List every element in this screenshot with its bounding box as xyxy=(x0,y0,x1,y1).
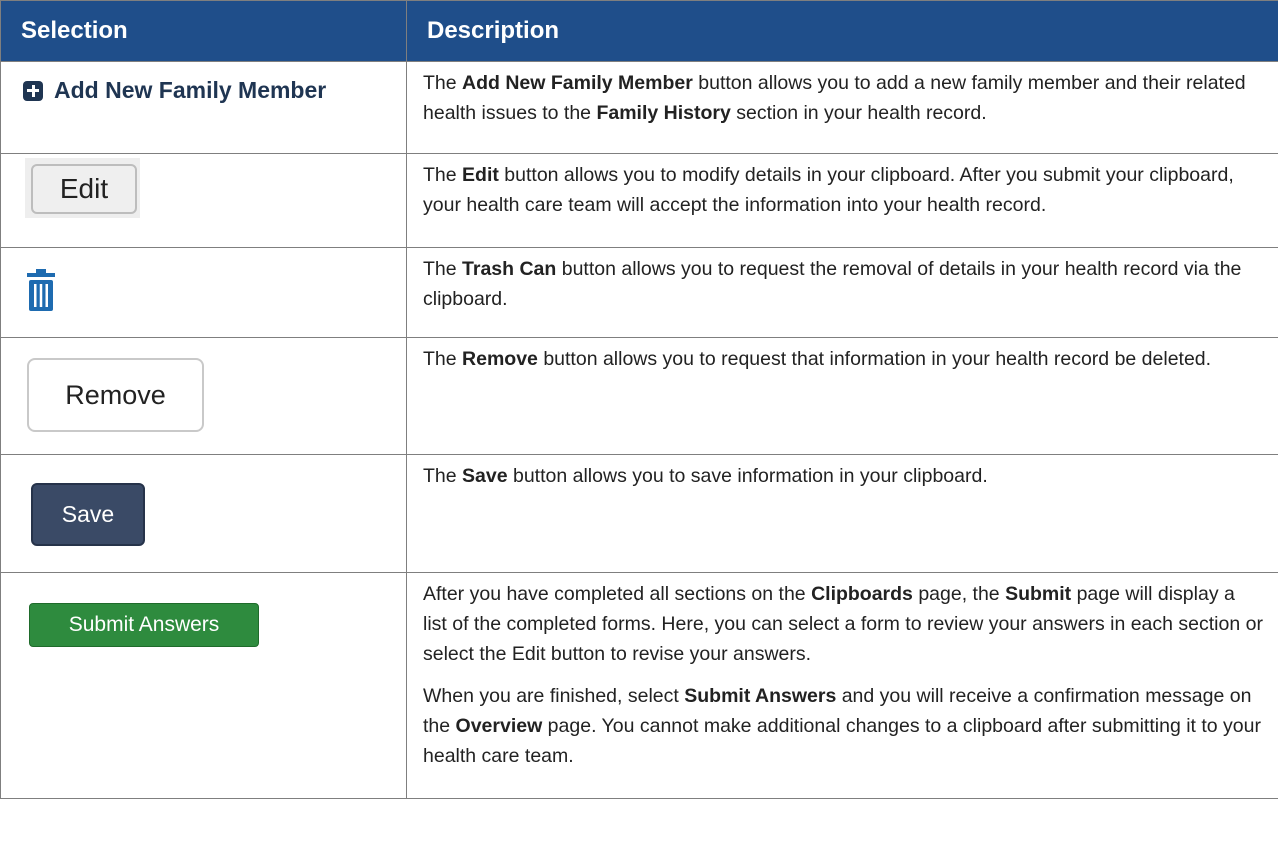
description-text: The Edit button allows you to modify det… xyxy=(423,164,1234,216)
description-text: The Save button allows you to save infor… xyxy=(423,465,988,487)
add-new-family-member-label: Add New Family Member xyxy=(54,77,327,103)
description-cell: The Save button allows you to save infor… xyxy=(406,454,1278,573)
description-cell: The Remove button allows you to request … xyxy=(406,337,1278,455)
selection-cell: Submit Answers xyxy=(0,572,407,799)
header-selection: Selection xyxy=(0,0,407,62)
remove-button[interactable]: Remove xyxy=(27,358,204,432)
description-text: The Trash Can button allows you to reque… xyxy=(423,258,1242,310)
table-row-remove: Remove The Remove button allows you to r… xyxy=(0,337,1278,455)
selection-cell xyxy=(0,247,407,338)
description-text: After you have completed all sections on… xyxy=(423,583,1263,665)
table-row-add-family-member: Add New Family Member The Add New Family… xyxy=(0,61,1278,154)
plus-square-icon xyxy=(23,80,43,101)
table-header-row: Selection Description xyxy=(0,0,1278,62)
save-button[interactable]: Save xyxy=(31,483,145,546)
add-new-family-member-button[interactable]: Add New Family Member xyxy=(23,77,326,104)
selection-cell: Remove xyxy=(0,337,407,455)
selection-cell: Save xyxy=(0,454,407,573)
edit-button[interactable]: Edit xyxy=(31,164,137,214)
selection-cell: Edit xyxy=(0,153,407,248)
trash-can-icon[interactable] xyxy=(27,269,55,311)
table-row-trash-can: The Trash Can button allows you to reque… xyxy=(0,247,1278,338)
description-cell: After you have completed all sections on… xyxy=(406,572,1278,799)
description-cell: The Trash Can button allows you to reque… xyxy=(406,247,1278,338)
header-description: Description xyxy=(406,0,1278,62)
description-text: The Add New Family Member button allows … xyxy=(423,72,1246,124)
description-cell: The Add New Family Member button allows … xyxy=(406,61,1278,154)
table-row-save: Save The Save button allows you to save … xyxy=(0,454,1278,573)
help-table: Selection Description Add New Family Mem… xyxy=(0,0,1278,799)
description-text: The Remove button allows you to request … xyxy=(423,348,1212,370)
table-row-edit: Edit The Edit button allows you to modif… xyxy=(0,153,1278,248)
description-cell: The Edit button allows you to modify det… xyxy=(406,153,1278,248)
description-text: When you are finished, select Submit Ans… xyxy=(423,685,1261,767)
table-row-submit-answers: Submit Answers After you have completed … xyxy=(0,572,1278,799)
selection-cell: Add New Family Member xyxy=(0,61,407,154)
submit-answers-button[interactable]: Submit Answers xyxy=(29,603,259,647)
edit-button-frame: Edit xyxy=(25,158,140,218)
